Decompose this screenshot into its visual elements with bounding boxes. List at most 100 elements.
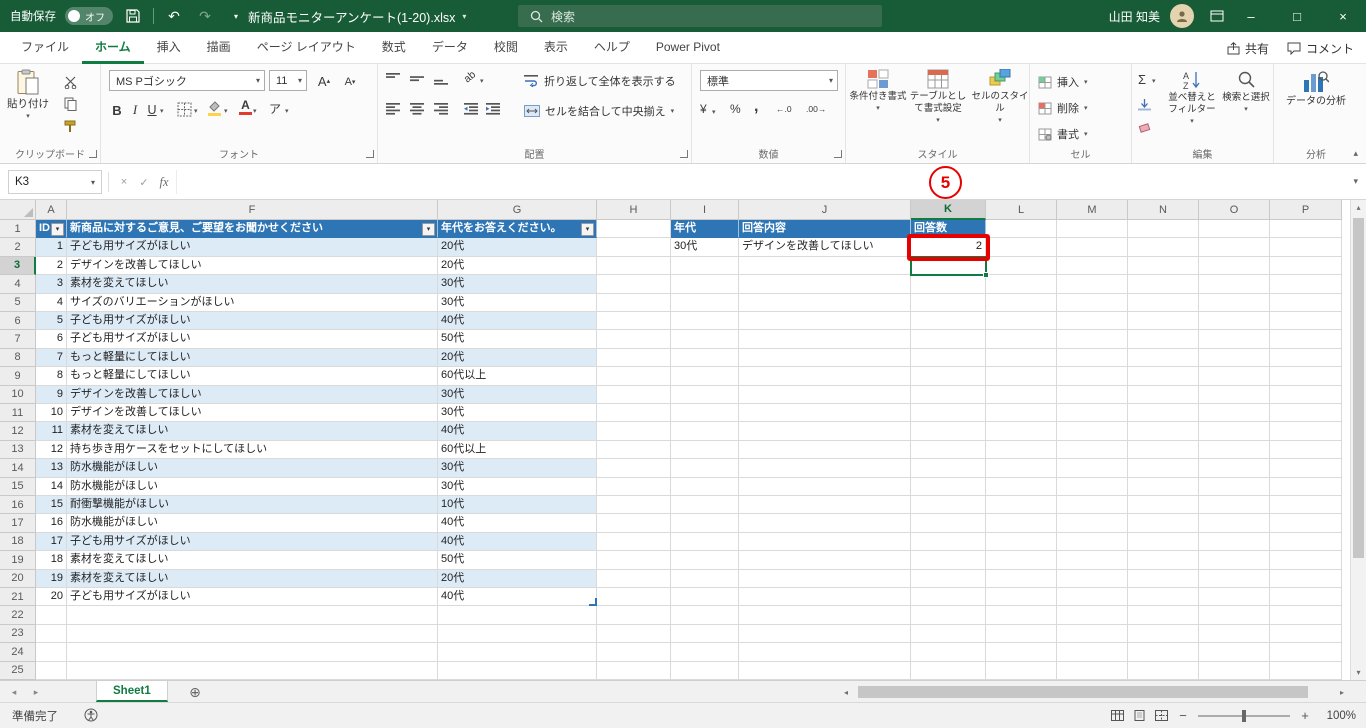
vertical-scrollbar[interactable]: ▴ ▾ [1350, 200, 1366, 680]
cell-O23[interactable] [1199, 624, 1270, 644]
cell-N14[interactable] [1128, 459, 1199, 478]
col-header-F[interactable]: F [67, 200, 438, 220]
fill-color-icon[interactable] [207, 100, 222, 116]
cell-G4[interactable]: 30代 [438, 275, 597, 294]
orientation-dropdown-icon[interactable]: ▾ [480, 77, 484, 85]
decrease-font-icon[interactable]: A ▾ [339, 73, 361, 91]
cell-N4[interactable] [1128, 275, 1199, 294]
cell-J6[interactable] [739, 312, 911, 331]
row-header-7[interactable]: 7 [0, 330, 36, 349]
cell-G15[interactable]: 30代 [438, 477, 597, 496]
cell-J5[interactable] [739, 293, 911, 312]
cell-G17[interactable]: 40代 [438, 514, 597, 533]
col-header-P[interactable]: P [1270, 200, 1342, 220]
cell-H25[interactable] [597, 661, 671, 680]
cell-J8[interactable] [739, 348, 911, 368]
col-header-I[interactable]: I [671, 200, 739, 220]
cell-F7[interactable]: 子ども用サイズがほしい [67, 330, 438, 349]
cell-L5[interactable] [986, 293, 1057, 312]
cell-F20[interactable]: 素材を変えてほしい [67, 569, 438, 588]
merge-center-button[interactable]: セルを結合して中央揃え ▾ [524, 103, 674, 119]
row-header-8[interactable]: 8 [0, 348, 36, 368]
cell-L4[interactable] [986, 275, 1057, 294]
cell-A22[interactable] [36, 606, 67, 625]
cell-F3[interactable]: デザインを改善してほしい [67, 256, 438, 276]
cell-N12[interactable] [1128, 422, 1199, 441]
cell-J17[interactable] [739, 514, 911, 533]
collapse-ribbon-icon[interactable]: ▴ [1353, 148, 1358, 159]
select-all-corner[interactable] [0, 200, 36, 220]
cell-N16[interactable] [1128, 496, 1199, 515]
cell-A23[interactable] [36, 624, 67, 644]
cell-H23[interactable] [597, 624, 671, 644]
cell-F6[interactable]: 子ども用サイズがほしい [67, 312, 438, 331]
autosave-toggle[interactable]: オフ [65, 7, 113, 25]
cell-O25[interactable] [1199, 661, 1270, 680]
cell-K17[interactable] [911, 514, 986, 533]
cell-F9[interactable]: もっと軽量にしてほしい [67, 367, 438, 386]
align-top-icon[interactable] [386, 73, 400, 85]
cell-L10[interactable] [986, 385, 1057, 404]
cell-G24[interactable] [438, 643, 597, 662]
cell-H11[interactable] [597, 404, 671, 423]
cell-M18[interactable] [1057, 532, 1128, 552]
cell-M23[interactable] [1057, 624, 1128, 644]
cell-A3[interactable]: 2 [36, 256, 67, 276]
cell-N1[interactable] [1128, 220, 1199, 239]
ribbon-tab-挿入[interactable]: 挿入 [144, 32, 194, 64]
row-header-16[interactable]: 16 [0, 496, 36, 515]
row-header-17[interactable]: 17 [0, 514, 36, 533]
cell-K19[interactable] [911, 551, 986, 570]
cell-M24[interactable] [1057, 643, 1128, 662]
cell-N5[interactable] [1128, 293, 1199, 312]
col-header-A[interactable]: A [36, 200, 67, 220]
cell-G21[interactable]: 40代 [438, 588, 597, 607]
cell-L22[interactable] [986, 606, 1057, 625]
cell-G2[interactable]: 20代 [438, 238, 597, 257]
cell-N13[interactable] [1128, 440, 1199, 460]
cell-F17[interactable]: 防水機能がほしい [67, 514, 438, 533]
zoom-slider[interactable] [1198, 709, 1290, 722]
cell-A11[interactable]: 10 [36, 404, 67, 423]
col-header-L[interactable]: L [986, 200, 1057, 220]
cell-K5[interactable] [911, 293, 986, 312]
paste-button[interactable]: 貼り付け ▾ [5, 69, 51, 122]
filter-icon[interactable]: ▾ [581, 222, 594, 236]
cell-H17[interactable] [597, 514, 671, 533]
cell-J23[interactable] [739, 624, 911, 644]
row-header-25[interactable]: 25 [0, 661, 36, 680]
cell-O16[interactable] [1199, 496, 1270, 515]
cell-J20[interactable] [739, 569, 911, 588]
cell-G5[interactable]: 30代 [438, 293, 597, 312]
cell-P10[interactable] [1270, 385, 1342, 404]
orientation-icon[interactable]: ab [462, 69, 479, 86]
ribbon-tab-ホーム[interactable]: ホーム [82, 32, 144, 64]
cell-G22[interactable] [438, 606, 597, 625]
cell-O21[interactable] [1199, 588, 1270, 607]
row-header-1[interactable]: 1 [0, 220, 36, 239]
cell-H7[interactable] [597, 330, 671, 349]
search-box[interactable]: 検索 [518, 5, 882, 27]
cell-O17[interactable] [1199, 514, 1270, 533]
cell-J18[interactable] [739, 532, 911, 552]
font-color-icon[interactable]: A [239, 99, 252, 115]
cell-O5[interactable] [1199, 293, 1270, 312]
cell-N20[interactable] [1128, 569, 1199, 588]
zoom-out-button[interactable]: − [1177, 708, 1189, 723]
cell-G19[interactable]: 50代 [438, 551, 597, 570]
sheet-nav-right-icon[interactable]: ▸ [26, 681, 46, 703]
row-header-3[interactable]: 3 [0, 256, 36, 276]
ribbon-tab-ページ レイアウト[interactable]: ページ レイアウト [244, 32, 369, 64]
row-header-6[interactable]: 6 [0, 312, 36, 331]
cell-N22[interactable] [1128, 606, 1199, 625]
underline-dropdown-icon[interactable]: ▾ [160, 107, 164, 115]
cell-M3[interactable] [1057, 256, 1128, 276]
cell-O13[interactable] [1199, 440, 1270, 460]
ribbon-tab-表示[interactable]: 表示 [531, 32, 581, 64]
cell-O2[interactable] [1199, 238, 1270, 257]
cell-N6[interactable] [1128, 312, 1199, 331]
cell-K1[interactable]: 回答数 [911, 220, 986, 239]
zoom-level[interactable]: 100% [1320, 710, 1356, 722]
format-as-table-button[interactable]: テーブルとして書式設定 ▾ [908, 69, 968, 126]
cell-N15[interactable] [1128, 477, 1199, 496]
